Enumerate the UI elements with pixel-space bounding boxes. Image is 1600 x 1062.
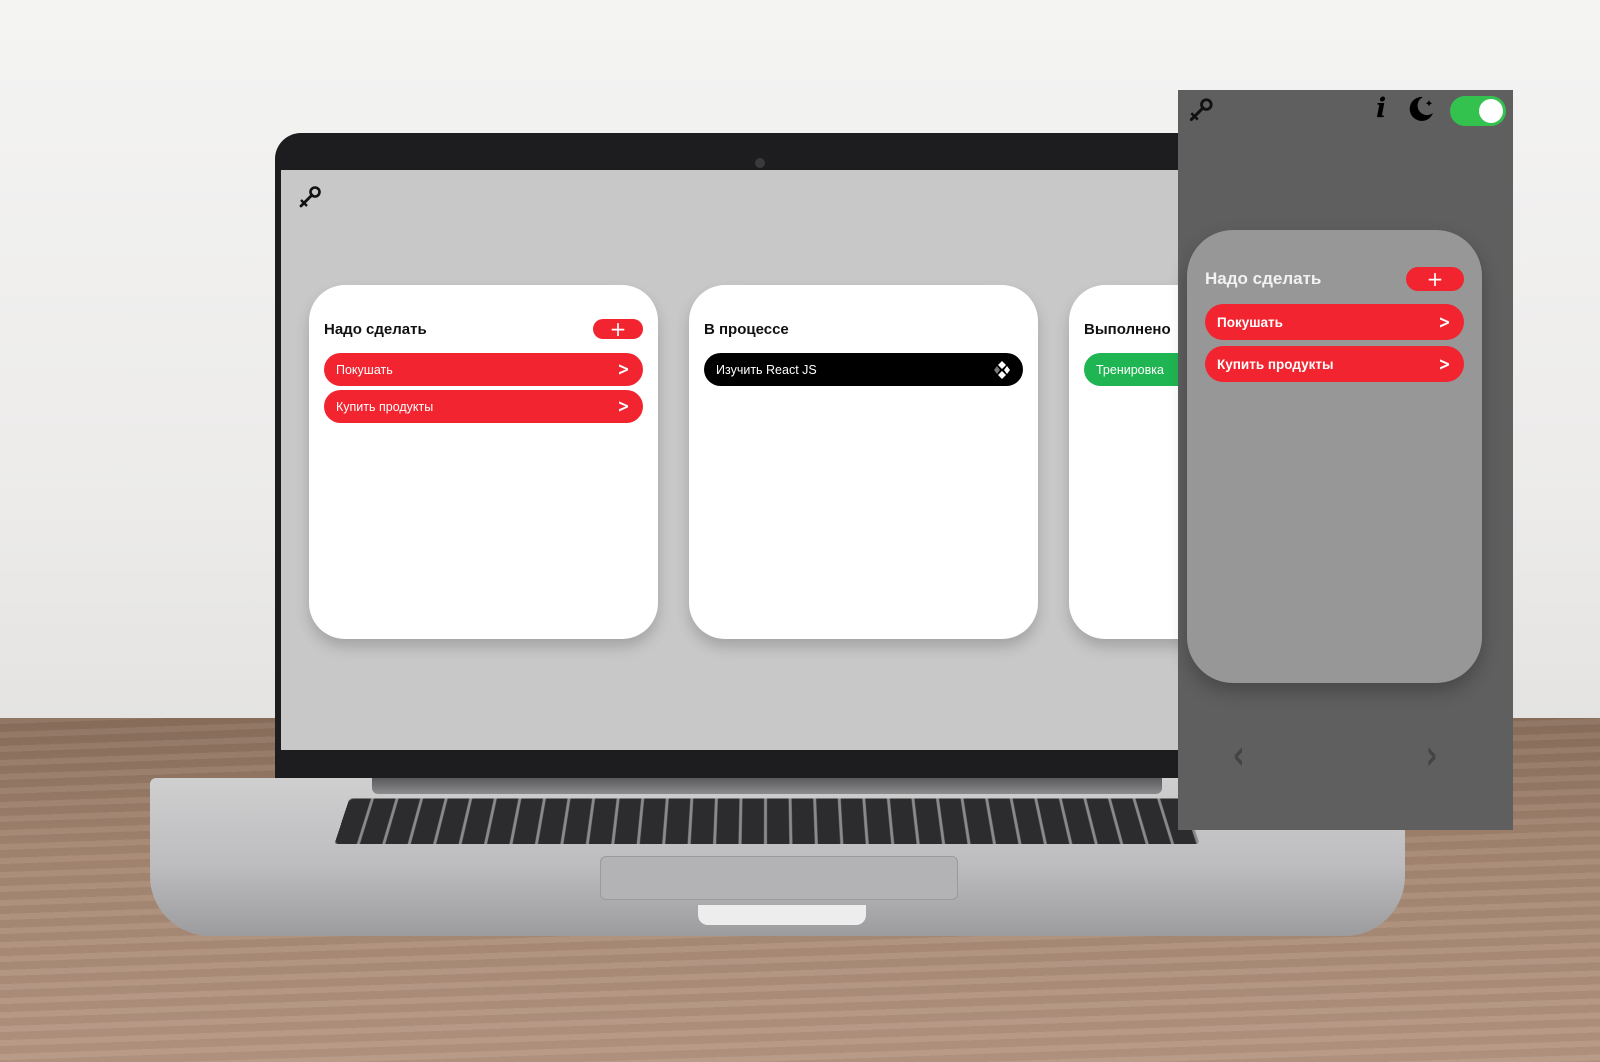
column-header: Надо сделать +	[324, 317, 643, 341]
task-label: Покушать	[1217, 314, 1283, 330]
laptop-trackpad	[600, 856, 958, 900]
chevron-right-icon[interactable]: >	[617, 359, 629, 380]
task-item[interactable]: Изучить React JS	[704, 353, 1023, 386]
add-task-button[interactable]: +	[593, 319, 643, 339]
column-title: Надо сделать	[324, 320, 427, 338]
task-label: Купить продукты	[336, 399, 434, 414]
task-label: Изучить React JS	[716, 362, 817, 377]
column-title: В процессе	[704, 320, 789, 338]
column-header: Надо сделать +	[1205, 266, 1464, 292]
column-header: Выполнено	[1084, 317, 1181, 341]
column-todo: Надо сделать + Покушать > Купить продукт…	[1187, 230, 1482, 683]
task-item[interactable]: Покушать >	[324, 353, 643, 386]
column-title: Выполнено	[1084, 320, 1171, 338]
chevron-right-icon[interactable]: >	[617, 396, 629, 417]
board-columns: Надо сделать + Покушать > Купить продукт…	[309, 285, 1181, 639]
task-label: Купить продукты	[1217, 356, 1334, 372]
mobile-app-screen: i Надо сделать + Покушать > Купить проду…	[1178, 90, 1513, 830]
previous-column-button[interactable]: ‹	[1233, 730, 1245, 779]
desktop-app-screen: Надо сделать + Покушать > Купить продукт…	[281, 170, 1181, 750]
key-icon[interactable]	[296, 184, 324, 212]
info-icon[interactable]: i	[1376, 93, 1386, 124]
laptop-notch	[698, 905, 866, 925]
key-icon[interactable]	[1186, 96, 1216, 126]
toggle-knob	[1479, 99, 1503, 123]
column-done: Выполнено Тренировка	[1069, 285, 1181, 639]
moon-icon[interactable]	[1406, 94, 1436, 124]
dark-mode-toggle[interactable]	[1450, 96, 1506, 126]
drag-handle-icon[interactable]	[993, 360, 1011, 380]
task-item[interactable]: Купить продукты >	[1205, 346, 1464, 382]
task-item[interactable]: Покушать >	[1205, 304, 1464, 340]
chevron-right-icon[interactable]: >	[1438, 354, 1450, 375]
column-header: В процессе	[704, 317, 1023, 341]
task-label: Покушать	[336, 362, 393, 377]
column-todo: Надо сделать + Покушать > Купить продукт…	[309, 285, 658, 639]
next-column-button[interactable]: ›	[1426, 730, 1438, 779]
column-in-progress: В процессе Изучить React JS	[689, 285, 1038, 639]
task-label: Тренировка	[1096, 362, 1164, 377]
laptop-keyboard	[334, 798, 1200, 845]
task-item[interactable]: Купить продукты >	[324, 390, 643, 423]
add-task-button[interactable]: +	[1406, 267, 1464, 291]
laptop-camera	[755, 158, 765, 168]
task-item[interactable]: Тренировка	[1084, 353, 1181, 386]
laptop-hinge	[372, 778, 1162, 794]
column-title: Надо сделать	[1205, 269, 1322, 288]
chevron-right-icon[interactable]: >	[1438, 312, 1450, 333]
